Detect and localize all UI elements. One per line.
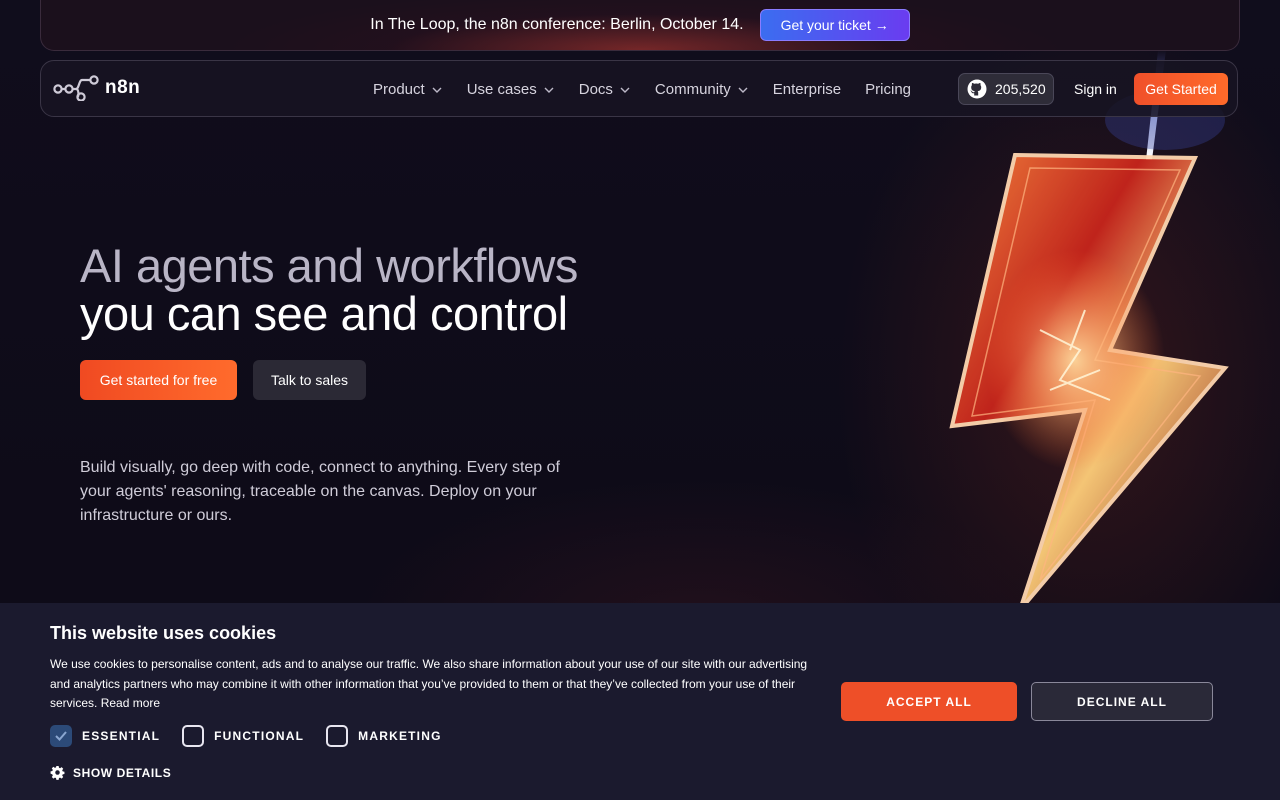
gear-icon: [50, 765, 65, 780]
github-stars-count: 205,520: [995, 81, 1046, 97]
n8n-logo[interactable]: n8n: [53, 75, 140, 101]
nav-item-docs[interactable]: Docs: [579, 81, 631, 98]
sign-in-link[interactable]: Sign in: [1074, 81, 1117, 97]
functional-checkbox[interactable]: [182, 725, 205, 747]
cookie-option-essential[interactable]: ESSENTIAL: [50, 725, 160, 747]
checkmark-icon: [55, 731, 67, 741]
banner-text: In The Loop, the n8n conference: Berlin,…: [370, 16, 744, 33]
essential-label: ESSENTIAL: [82, 729, 161, 743]
nav-item-label: Use cases: [466, 81, 537, 98]
nav-item-enterprise[interactable]: Enterprise: [773, 81, 841, 98]
accept-all-button[interactable]: ACCEPT ALL: [841, 682, 1017, 721]
chevron-down-icon: [432, 87, 442, 93]
nav-links: Product Use cases Docs Community Enterpr…: [373, 61, 911, 118]
nav-item-label: Product: [373, 81, 425, 98]
nav-item-community[interactable]: Community: [655, 81, 749, 98]
nav-item-label: Docs: [578, 81, 613, 98]
top-navigation: n8n Product Use cases Docs Community Ent…: [40, 60, 1238, 117]
cookie-consent-banner: This website uses cookies We use cookies…: [0, 603, 1280, 800]
logo-text: n8n: [105, 77, 141, 98]
announcement-banner: In The Loop, the n8n conference: Berlin,…: [40, 0, 1240, 51]
essential-checkbox[interactable]: [50, 725, 72, 747]
show-details-label: SHOW DETAILS: [73, 765, 172, 780]
hero-description: Build visually, go deep with code, conne…: [80, 459, 560, 524]
nav-item-label: Pricing: [865, 81, 912, 98]
chevron-down-icon: [620, 87, 630, 93]
decline-all-button[interactable]: DECLINE ALL: [1031, 682, 1213, 721]
hero-title-line-2: you can see and control: [80, 287, 568, 340]
nav-item-use-cases[interactable]: Use cases: [467, 81, 555, 98]
get-ticket-button[interactable]: Get your ticket →: [759, 9, 910, 41]
nav-item-product[interactable]: Product: [373, 81, 443, 98]
marketing-checkbox[interactable]: [326, 725, 349, 747]
nav-item-label: Enterprise: [772, 81, 842, 98]
cookie-description-text: We use cookies to personalise content, a…: [50, 657, 808, 710]
hero-title-line-1: AI agents and workflows: [80, 239, 578, 292]
cookie-options: ESSENTIAL FUNCTIONAL MARKETING: [50, 725, 464, 747]
cookie-description: We use cookies to personalise content, a…: [50, 655, 830, 714]
cookie-option-functional[interactable]: FUNCTIONAL: [182, 725, 304, 747]
chevron-down-icon: [738, 87, 748, 93]
talk-to-sales-button[interactable]: Talk to sales: [253, 360, 366, 400]
cookie-title: This website uses cookies: [50, 623, 277, 643]
show-details-toggle[interactable]: SHOW DETAILS: [50, 765, 171, 780]
github-icon: [967, 79, 987, 99]
n8n-logo-icon: [53, 75, 99, 101]
github-stars-button[interactable]: 205,520: [958, 73, 1054, 105]
read-more-link[interactable]: Read more: [101, 696, 160, 710]
nav-item-label: Community: [654, 81, 731, 98]
get-started-button[interactable]: Get Started: [1134, 73, 1228, 105]
functional-label: FUNCTIONAL: [214, 729, 305, 743]
chevron-down-icon: [544, 87, 554, 93]
nav-item-pricing[interactable]: Pricing: [865, 81, 911, 98]
get-started-free-button[interactable]: Get started for free: [80, 360, 237, 400]
marketing-label: MARKETING: [358, 729, 442, 743]
cookie-option-marketing[interactable]: MARKETING: [326, 725, 441, 747]
lightning-bolt-illustration: [949, 50, 1229, 610]
